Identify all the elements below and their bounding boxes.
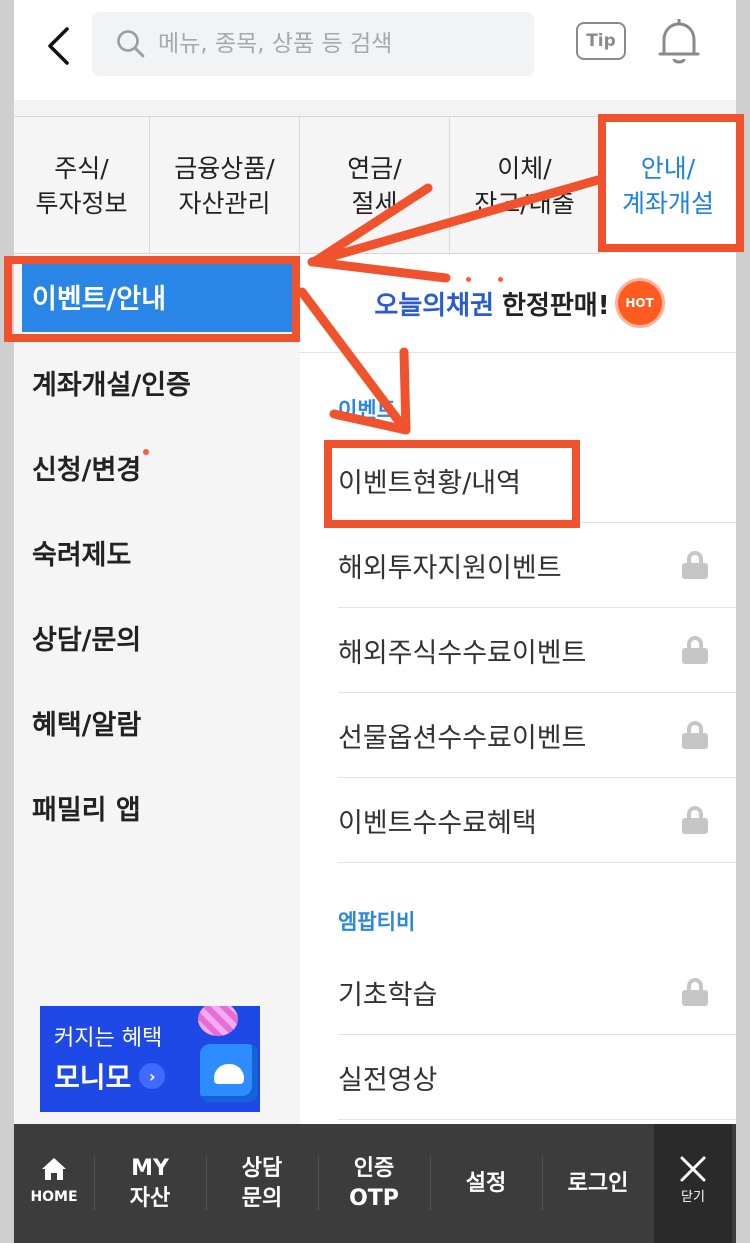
- section-label-event: 이벤트: [338, 398, 396, 422]
- menu-item-event-fee-benefit[interactable]: 이벤트수수료혜택: [338, 778, 736, 863]
- sidebar-item-label: 혜택/알람: [32, 710, 142, 741]
- tab-guide-account[interactable]: 안내/계좌개설: [600, 117, 736, 254]
- monimo-logo-graphic: [200, 1044, 258, 1102]
- app-screen: Tip 주식/투자정보 금융상품/자산관리 연금/절세 이체/잔고/대출 안내/…: [14, 0, 736, 1243]
- menu-item-event-status[interactable]: 이벤트현황/내역: [338, 438, 736, 523]
- lock-icon: [682, 721, 708, 749]
- tab-label: 주식/: [54, 153, 109, 183]
- bond-sale-banner[interactable]: 오늘의채권 한정판매! HOT: [300, 254, 736, 353]
- header: Tip: [14, 0, 736, 100]
- lock-icon: [682, 978, 708, 1006]
- menu-item-label: 이벤트수수료혜택: [338, 807, 537, 839]
- search-icon: [117, 30, 145, 58]
- bond-text: 한정판매!: [502, 290, 610, 321]
- tab-label: 계좌개설: [621, 188, 714, 218]
- menu-item-label: 해외주식수수료이벤트: [338, 637, 587, 669]
- decor-dot: [498, 276, 504, 282]
- sidebar-item-benefits[interactable]: 혜택/알람: [14, 680, 300, 765]
- nav-label: 상담: [241, 1155, 283, 1181]
- promo-title: 모니모: [54, 1061, 132, 1094]
- otp-button[interactable]: 인증 OTP: [318, 1124, 430, 1243]
- tab-label: 금융상품/: [174, 153, 275, 183]
- nav-label: 인증: [353, 1155, 395, 1181]
- sidebar-item-label: 계좌개설/인증: [32, 370, 191, 401]
- tab-label: 이체/: [497, 153, 552, 183]
- nav-label: 자산: [129, 1185, 171, 1211]
- menu-item-practical-video[interactable]: 실전영상: [338, 1035, 736, 1120]
- search-input[interactable]: [158, 31, 518, 57]
- tab-financial-products[interactable]: 금융상품/자산관리: [150, 117, 300, 254]
- nav-label: OTP: [349, 1185, 399, 1211]
- sidebar-item-label: 상담/문의: [32, 625, 142, 656]
- menu-item-label: 해외투자지원이벤트: [338, 552, 562, 584]
- close-button[interactable]: 닫기: [654, 1124, 732, 1243]
- close-label: 닫기: [681, 1189, 705, 1205]
- nav-label: 로그인: [567, 1170, 629, 1196]
- tab-stock[interactable]: 주식/투자정보: [14, 117, 150, 254]
- menu-item-label: 이벤트현황/내역: [338, 467, 521, 499]
- nav-label: MY: [131, 1155, 169, 1181]
- nav-label: 설정: [465, 1170, 507, 1196]
- home-icon: [42, 1157, 66, 1180]
- sidebar-item-event-guide[interactable]: 이벤트/안내: [22, 260, 292, 332]
- home-button[interactable]: HOME: [14, 1124, 94, 1243]
- tab-label: 절세: [351, 188, 398, 218]
- search-box[interactable]: [92, 12, 534, 76]
- event-menu-list: 이벤트현황/내역 해외투자지원이벤트 해외주식수수료이벤트 선물옵션수수료이벤트…: [338, 438, 736, 863]
- login-button[interactable]: 로그인: [542, 1124, 654, 1243]
- sidebar-item-label: 이벤트/안내: [32, 283, 167, 315]
- sidebar-item-consult[interactable]: 상담/문의: [14, 595, 300, 680]
- tab-transfer[interactable]: 이체/잔고/대출: [450, 117, 600, 254]
- decor-dot: [466, 276, 472, 282]
- bond-highlight-text: 오늘의채권: [374, 290, 495, 321]
- nav-label: 문의: [241, 1185, 283, 1211]
- menu-item-basic-learning[interactable]: 기초학습: [338, 950, 736, 1035]
- sidebar-item-cooling-off[interactable]: 숙려제도: [14, 510, 300, 595]
- notification-button[interactable]: [654, 16, 704, 68]
- consult-button[interactable]: 상담 문의: [206, 1124, 318, 1243]
- chevron-right-icon: ›: [139, 1063, 166, 1089]
- tip-button[interactable]: Tip: [576, 22, 626, 60]
- menu-item-overseas-stock-fee-event[interactable]: 해외주식수수료이벤트: [338, 608, 736, 693]
- lock-icon: [682, 551, 708, 579]
- tab-label: 잔고/대출: [474, 188, 575, 218]
- home-label: HOME: [30, 1188, 78, 1205]
- tab-pension[interactable]: 연금/절세: [300, 117, 450, 254]
- tab-label: 연금/: [347, 153, 402, 183]
- sidebar-item-label: 숙려제도: [32, 540, 132, 571]
- bottom-nav-bar: HOME MY 자산 상담 문의 인증 OTP 설정 로그인 닫기: [14, 1124, 736, 1243]
- menu-item-overseas-invest-event[interactable]: 해외투자지원이벤트: [338, 523, 736, 608]
- back-button[interactable]: [36, 20, 80, 72]
- settings-button[interactable]: 설정: [430, 1124, 542, 1243]
- header-divider: [14, 100, 736, 116]
- monimo-promo-banner[interactable]: 커지는 혜택 모니모 ›: [40, 1006, 260, 1112]
- tab-label: 투자정보: [35, 188, 128, 218]
- sidebar-item-account-open[interactable]: 계좌개설/인증: [14, 340, 300, 425]
- menu-item-label: 실전영상: [338, 1064, 438, 1096]
- bell-icon: [658, 19, 700, 64]
- sidebar-item-apply-change[interactable]: 신청/변경: [14, 425, 300, 510]
- tab-label: 안내/: [640, 153, 696, 183]
- bond-highlight: 오늘의채권: [374, 276, 504, 322]
- my-assets-button[interactable]: MY 자산: [94, 1124, 206, 1243]
- menu-item-futures-fee-event[interactable]: 선물옵션수수료이벤트: [338, 693, 736, 778]
- new-dot: [143, 448, 150, 455]
- sidebar-item-label: 패밀리 앱: [32, 795, 141, 826]
- empop-menu-list: 기초학습 실전영상: [338, 950, 736, 1120]
- category-tabs: 주식/투자정보 금융상품/자산관리 연금/절세 이체/잔고/대출 안내/계좌개설: [14, 116, 736, 254]
- close-icon: [680, 1156, 706, 1181]
- submenu-panel: 오늘의채권 한정판매! HOT 이벤트 이벤트현황/내역 해외투자지원이벤트 해…: [300, 254, 736, 1124]
- hot-badge: HOT: [617, 281, 662, 325]
- lock-icon: [682, 806, 708, 834]
- sidebar: 이벤트/안내 계좌개설/인증 신청/변경 숙려제도 상담/문의 혜택/알람 패밀…: [14, 254, 300, 1124]
- section-label-empop-tv: 엠팝티비: [338, 910, 416, 934]
- menu-item-label: 선물옵션수수료이벤트: [338, 722, 587, 754]
- menu-item-label: 기초학습: [338, 979, 438, 1011]
- lock-icon: [682, 636, 708, 664]
- sidebar-item-family-app[interactable]: 패밀리 앱: [14, 765, 300, 850]
- tip-label: Tip: [586, 31, 616, 51]
- tab-label: 자산관리: [178, 188, 271, 218]
- chevron-left-icon: [48, 27, 69, 65]
- sidebar-item-label: 신청/변경: [32, 455, 142, 486]
